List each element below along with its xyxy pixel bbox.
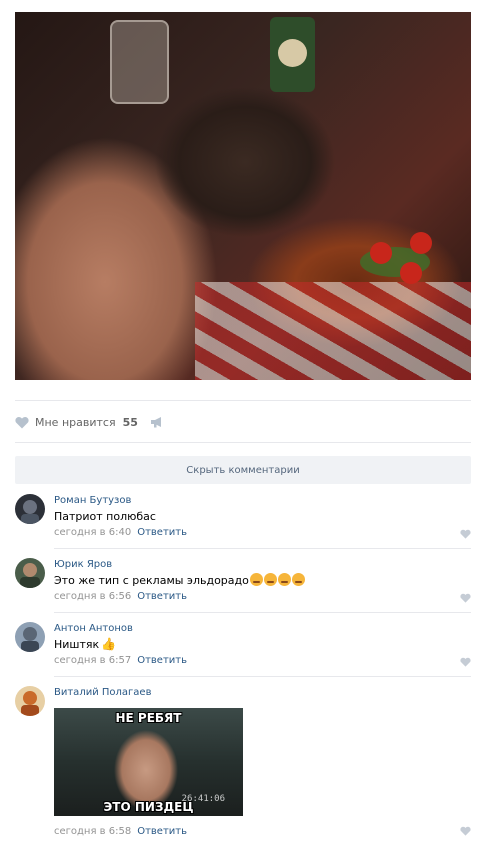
divider [54, 612, 471, 613]
photo-tomato [400, 262, 422, 284]
comment-time[interactable]: сегодня в 6:56 [54, 591, 131, 602]
comment-author[interactable]: Роман Бутузов [54, 494, 471, 507]
angry-face-emoji [277, 573, 291, 586]
meme-top-caption: НЕ РЕБЯТ [115, 711, 182, 725]
megaphone-icon[interactable] [150, 416, 164, 428]
meme-bottom-caption: ЭТО ПИЗДЕЦ [103, 800, 194, 814]
meme-image[interactable]: НЕ РЕБЯТ 26:41:06 ЭТО ПИЗДЕЦ [54, 708, 243, 816]
heart-icon[interactable] [15, 416, 29, 429]
angry-face-emoji [291, 573, 305, 586]
reply-button[interactable]: Ответить [137, 655, 187, 666]
photo-tomato [410, 232, 432, 254]
like-label[interactable]: Мне нравится [35, 416, 116, 429]
comment: Виталий Полагаев НЕ РЕБЯТ 26:41:06 ЭТО П… [15, 686, 471, 837]
post-photo[interactable] [15, 12, 471, 380]
photo-tomato [370, 242, 392, 264]
comment-heart-icon[interactable] [460, 593, 471, 603]
like-count: 55 [122, 415, 138, 429]
divider [15, 442, 471, 443]
thumbs-up-emoji: 👍 [101, 637, 117, 651]
like-bar: Мне нравится 55 [15, 412, 164, 432]
comment-heart-icon[interactable] [460, 529, 471, 539]
comment-heart-icon[interactable] [460, 657, 471, 667]
comment-text: Ништяк [54, 638, 100, 651]
comment-time[interactable]: сегодня в 6:57 [54, 655, 131, 666]
comment-text-row: Ништяк 👍 [54, 637, 471, 652]
comment-text-row: Это же тип с рекламы эльдорадо [54, 573, 471, 588]
avatar[interactable] [15, 558, 45, 588]
divider [15, 400, 471, 401]
comment-heart-icon[interactable] [460, 826, 471, 836]
divider [54, 548, 471, 549]
hide-comments-button[interactable]: Скрыть комментарии [15, 456, 471, 484]
comment-author[interactable]: Виталий Полагаев [54, 686, 471, 699]
photo-beer-glass [110, 20, 169, 104]
reply-button[interactable]: Ответить [137, 527, 187, 538]
comment-author[interactable]: Антон Антонов [54, 622, 471, 635]
comment: Юрик Яров Это же тип с рекламы эльдорадо… [15, 558, 471, 610]
reply-button[interactable]: Ответить [137, 591, 187, 602]
photo-bottle [270, 17, 315, 92]
reply-button[interactable]: Ответить [137, 826, 187, 837]
comment-text: Это же тип с рекламы эльдорадо [54, 574, 249, 587]
angry-face-emoji [263, 573, 277, 586]
comment: Антон Антонов Ништяк 👍 сегодня в 6:57 Отве… [15, 622, 471, 674]
divider [54, 676, 471, 677]
avatar[interactable] [15, 622, 45, 652]
angry-face-emoji [249, 573, 263, 586]
avatar[interactable] [15, 686, 45, 716]
comment-text: Патриот полюбас [54, 510, 156, 523]
comment-time[interactable]: сегодня в 6:58 [54, 826, 131, 837]
photo-tablecloth [195, 282, 471, 380]
comment-time[interactable]: сегодня в 6:40 [54, 527, 131, 538]
comment-author[interactable]: Юрик Яров [54, 558, 471, 571]
avatar[interactable] [15, 494, 45, 524]
comment: Роман Бутузов Патриот полюбас сегодня в … [15, 494, 471, 546]
